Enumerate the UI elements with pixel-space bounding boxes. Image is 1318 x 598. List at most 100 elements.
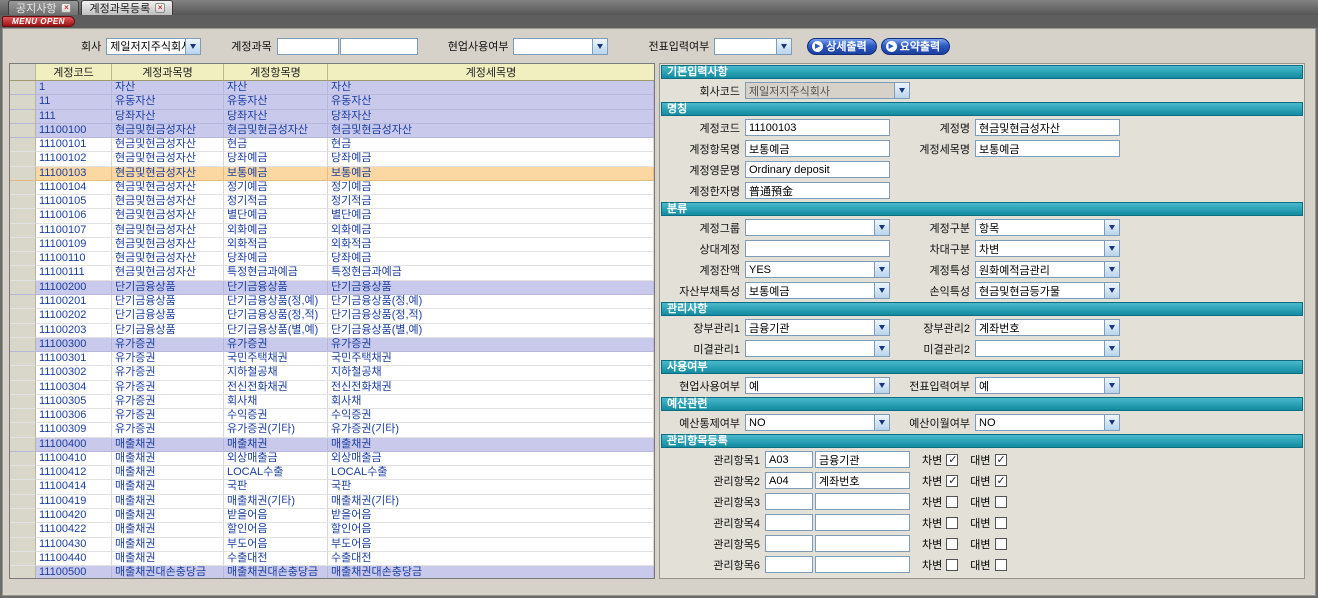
table-row[interactable]: 11유동자산유동자산유동자산 — [10, 95, 654, 109]
table-row[interactable]: 11100200단기금융상품단기금융상품단기금융상품 — [10, 281, 654, 295]
chevron-down-icon[interactable] — [1104, 341, 1119, 356]
table-row[interactable]: 11100105현금및현금성자산정기적금정기적금 — [10, 195, 654, 209]
chevron-down-icon[interactable] — [1104, 415, 1119, 430]
account-group-select[interactable] — [745, 219, 890, 236]
profit-loss-select[interactable]: 현금및현금등가물 — [975, 282, 1120, 299]
table-row[interactable]: 11100422매출채권할인어음할인어음 — [10, 523, 654, 537]
account-detail-name-input[interactable] — [975, 140, 1120, 157]
mgmt-item-code-input[interactable] — [765, 514, 813, 531]
book-mgmt2-select[interactable]: 계좌번호 — [975, 319, 1120, 336]
table-row[interactable]: 11100410매출채권외상매출금외상매출금 — [10, 452, 654, 466]
table-row[interactable]: 11100306유가증권수익증권수익증권 — [10, 409, 654, 423]
debit-checkbox[interactable] — [946, 454, 958, 466]
debit-checkbox[interactable] — [946, 517, 958, 529]
table-row[interactable]: 11100400매출채권매출채권매출채권 — [10, 438, 654, 452]
account-name-filter-input[interactable] — [340, 38, 418, 55]
close-icon[interactable]: × — [155, 3, 165, 13]
mgmt-item-name-input[interactable] — [815, 535, 910, 552]
account-balance-select[interactable]: YES — [745, 261, 890, 278]
table-row[interactable]: 11100301유가증권국민주택채권국민주택채권 — [10, 352, 654, 366]
biz-use-select[interactable]: 예 — [745, 377, 890, 394]
chevron-down-icon[interactable] — [874, 320, 889, 335]
table-row[interactable]: 11100203단기금융상품단기금융상품(별,예)단기금융상품(별,예) — [10, 324, 654, 338]
mgmt-item-code-input[interactable] — [765, 472, 813, 489]
header-account-item-name[interactable]: 계정항목명 — [224, 64, 328, 80]
header-account-name[interactable]: 계정과목명 — [112, 64, 224, 80]
table-row[interactable]: 11100111현금및현금성자산특정현금과예금특정현금과예금 — [10, 266, 654, 280]
menu-open-button[interactable]: MENU OPEN — [2, 16, 75, 27]
account-code-input[interactable] — [745, 119, 890, 136]
account-english-name-input[interactable] — [745, 161, 890, 178]
header-account-code[interactable]: 계정코드 — [36, 64, 112, 80]
header-account-detail-name[interactable]: 계정세목명 — [328, 64, 654, 80]
table-row[interactable]: 11100412매출채권LOCAL수출LOCAL수출 — [10, 466, 654, 480]
tab-account-registration[interactable]: 계정과목등록 × — [81, 0, 173, 15]
mgmt-item-name-input[interactable] — [815, 514, 910, 531]
account-item-name-input[interactable] — [745, 140, 890, 157]
table-row[interactable]: 11100103현금및현금성자산보통예금보통예금 — [10, 167, 654, 181]
table-row[interactable]: 11100500매출채권대손충당금매출채권대손충당금매출채권대손충당금 — [10, 566, 654, 579]
credit-checkbox[interactable] — [995, 496, 1007, 508]
chevron-down-icon[interactable] — [776, 39, 791, 54]
credit-checkbox[interactable] — [995, 475, 1007, 487]
chevron-down-icon[interactable] — [1104, 320, 1119, 335]
mgmt-item-code-input[interactable] — [765, 556, 813, 573]
debit-checkbox[interactable] — [946, 496, 958, 508]
table-row[interactable]: 111당좌자산당좌자산당좌자산 — [10, 110, 654, 124]
debit-credit-select[interactable]: 차변 — [975, 240, 1120, 257]
budget-control-select[interactable]: NO — [745, 414, 890, 431]
close-icon[interactable]: × — [61, 3, 71, 13]
slip-entry-select[interactable]: 예 — [975, 377, 1120, 394]
biz-use-filter-select[interactable] — [513, 38, 608, 55]
table-row[interactable]: 11100110현금및현금성자산당좌예금당좌예금 — [10, 252, 654, 266]
table-row[interactable]: 11100414매출채권국판국판 — [10, 480, 654, 494]
mgmt-item-name-input[interactable] — [815, 493, 910, 510]
table-row[interactable]: 11100302유가증권지하철공채지하철공채 — [10, 366, 654, 380]
company-code-select[interactable]: 제일저지주식회사 — [745, 82, 910, 99]
table-row[interactable]: 11100300유가증권유가증권유가증권 — [10, 338, 654, 352]
chevron-down-icon[interactable] — [874, 220, 889, 235]
debit-checkbox[interactable] — [946, 538, 958, 550]
company-filter-select[interactable]: 제일저지주식회사 — [106, 38, 201, 55]
slip-entry-filter-select[interactable] — [714, 38, 792, 55]
table-row[interactable]: 11100101현금및현금성자산현금현금 — [10, 138, 654, 152]
summary-print-button[interactable]: ▶ 요약출력 — [881, 38, 950, 55]
chevron-down-icon[interactable] — [874, 415, 889, 430]
asset-liability-select[interactable]: 보통예금 — [745, 282, 890, 299]
table-row[interactable]: 11100109현금및현금성자산외화적금외화적금 — [10, 238, 654, 252]
mgmt-item-code-input[interactable] — [765, 451, 813, 468]
debit-checkbox[interactable] — [946, 475, 958, 487]
table-row[interactable]: 11100102현금및현금성자산당좌예금당좌예금 — [10, 152, 654, 166]
account-code-filter-input[interactable] — [277, 38, 339, 55]
book-mgmt1-select[interactable]: 금융기관 — [745, 319, 890, 336]
table-row[interactable]: 11100100현금및현금성자산현금및현금성자산현금및현금성자산 — [10, 124, 654, 138]
credit-checkbox[interactable] — [995, 559, 1007, 571]
mgmt-item-name-input[interactable] — [815, 556, 910, 573]
budget-carryover-select[interactable]: NO — [975, 414, 1120, 431]
table-row[interactable]: 1자산자산자산 — [10, 81, 654, 95]
open-mgmt2-select[interactable] — [975, 340, 1120, 357]
table-row[interactable]: 11100104현금및현금성자산정기예금정기예금 — [10, 181, 654, 195]
mgmt-item-code-input[interactable] — [765, 493, 813, 510]
mgmt-item-name-input[interactable] — [815, 451, 910, 468]
table-row[interactable]: 11100202단기금융상품단기금융상품(정,적)단기금융상품(정,적) — [10, 309, 654, 323]
account-gubun-select[interactable]: 항목 — [975, 219, 1120, 236]
table-row[interactable]: 11100309유가증권유가증권(기타)유가증권(기타) — [10, 423, 654, 437]
table-row[interactable]: 11100107현금및현금성자산외화예금외화예금 — [10, 224, 654, 238]
chevron-down-icon[interactable] — [894, 83, 909, 98]
mgmt-item-code-input[interactable] — [765, 535, 813, 552]
mgmt-item-name-input[interactable] — [815, 472, 910, 489]
chevron-down-icon[interactable] — [874, 262, 889, 277]
detail-print-button[interactable]: ▶ 상세출력 — [807, 38, 876, 55]
table-row[interactable]: 11100201단기금융상품단기금융상품(정,예)단기금융상품(정,예) — [10, 295, 654, 309]
debit-checkbox[interactable] — [946, 559, 958, 571]
credit-checkbox[interactable] — [995, 517, 1007, 529]
chevron-down-icon[interactable] — [1104, 241, 1119, 256]
chevron-down-icon[interactable] — [1104, 378, 1119, 393]
credit-checkbox[interactable] — [995, 538, 1007, 550]
chevron-down-icon[interactable] — [1104, 283, 1119, 298]
chevron-down-icon[interactable] — [874, 378, 889, 393]
table-row[interactable]: 11100106현금및현금성자산별단예금별단예금 — [10, 209, 654, 223]
credit-checkbox[interactable] — [995, 454, 1007, 466]
account-characteristic-select[interactable]: 원화예적금관리 — [975, 261, 1120, 278]
